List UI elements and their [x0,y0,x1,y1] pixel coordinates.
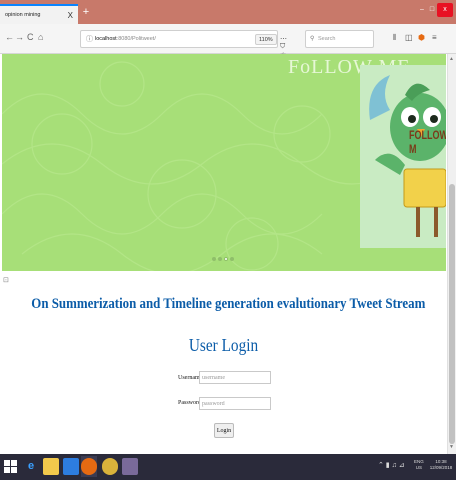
username-input[interactable] [199,371,271,384]
twitter-bird-image [360,65,446,248]
lang-bottom: US [415,465,423,470]
scroll-up-icon[interactable]: ▲ [449,56,454,62]
slider-dot[interactable] [218,257,222,261]
maximize-icon[interactable]: □ [427,3,437,17]
tab-close-icon[interactable]: X [68,11,73,20]
password-label: Password [178,400,202,406]
login-title: User Login [188,335,259,355]
account-icon[interactable]: ⬢ [418,33,425,42]
system-tray-icons[interactable]: ⌃ ▮ ♫ ⊿ [378,461,405,469]
browser-titlebar: opinion mining X + ‒ □ x [0,0,456,24]
minimize-icon[interactable]: ‒ [417,3,427,17]
windows-start-icon[interactable] [4,460,17,473]
new-tab-button[interactable]: + [80,6,92,18]
page-scrollbar[interactable]: ▲ ▼ [447,54,456,454]
scroll-down-icon[interactable]: ▼ [449,444,454,450]
reload-icon[interactable]: C [27,32,34,42]
sidebar-icon[interactable]: ◫ [405,33,413,42]
page-headline: On Summerization and Timeline generation… [31,296,426,312]
forward-icon[interactable]: → [15,32,24,42]
twitter-bird-icon [360,65,446,248]
store-icon[interactable] [63,458,79,475]
browser-navbar: ← → C ⌂ ⓘ localhost:8080/Politweet/ 110%… [0,24,456,59]
search-icon: ⚲ [310,36,315,42]
chrome-icon[interactable] [102,458,118,475]
browser-tab[interactable]: opinion mining X [0,4,78,24]
broken-image-icon: ⊡ [3,277,9,284]
url-path: :8080/Politweet/ [116,36,156,42]
slider-dot-active[interactable] [224,257,228,261]
login-button[interactable]: Login [214,423,234,438]
file-explorer-icon[interactable] [43,458,59,475]
url-bar[interactable]: ⓘ localhost:8080/Politweet/ 110% ⋯ ⛉ ☆ [80,30,287,59]
firefox-icon[interactable] [81,458,97,475]
windows-taskbar: e ⌃ ▮ ♫ ⊿ ENG US 10:38 12/09/2018 [0,454,456,480]
url-host: localhost [95,36,117,42]
clock-date: 12/09/2018 [429,465,453,470]
language-indicator[interactable]: ENG US [414,459,424,471]
close-window-icon[interactable]: x [437,3,453,17]
slider-dots [212,248,236,261]
scroll-thumb[interactable] [449,184,455,444]
info-icon[interactable]: ⓘ [86,34,93,44]
slider-dot[interactable] [212,257,216,261]
search-bar[interactable]: ⚲ Search [305,30,374,48]
app-icon[interactable] [122,458,138,475]
url-text[interactable]: localhost:8080/Politweet/ [95,36,156,42]
library-icon[interactable]: ⫴ [393,33,396,43]
zoom-level[interactable]: 110% [255,34,277,45]
hero-banner: FoLLOW ME FOLLOW M [2,54,446,271]
slider-dot[interactable] [230,257,234,261]
tab-title: opinion mining [5,12,41,18]
search-placeholder: Search [318,36,336,42]
password-input[interactable] [199,397,271,410]
taskbar-clock[interactable]: 10:38 12/09/2018 [428,459,454,471]
menu-icon[interactable]: ≡ [432,33,437,42]
edge-icon[interactable]: e [23,458,39,475]
home-icon[interactable]: ⌂ [38,32,43,42]
follow-sign-text: FOLLOW M [409,128,446,156]
back-icon[interactable]: ← [5,32,14,42]
